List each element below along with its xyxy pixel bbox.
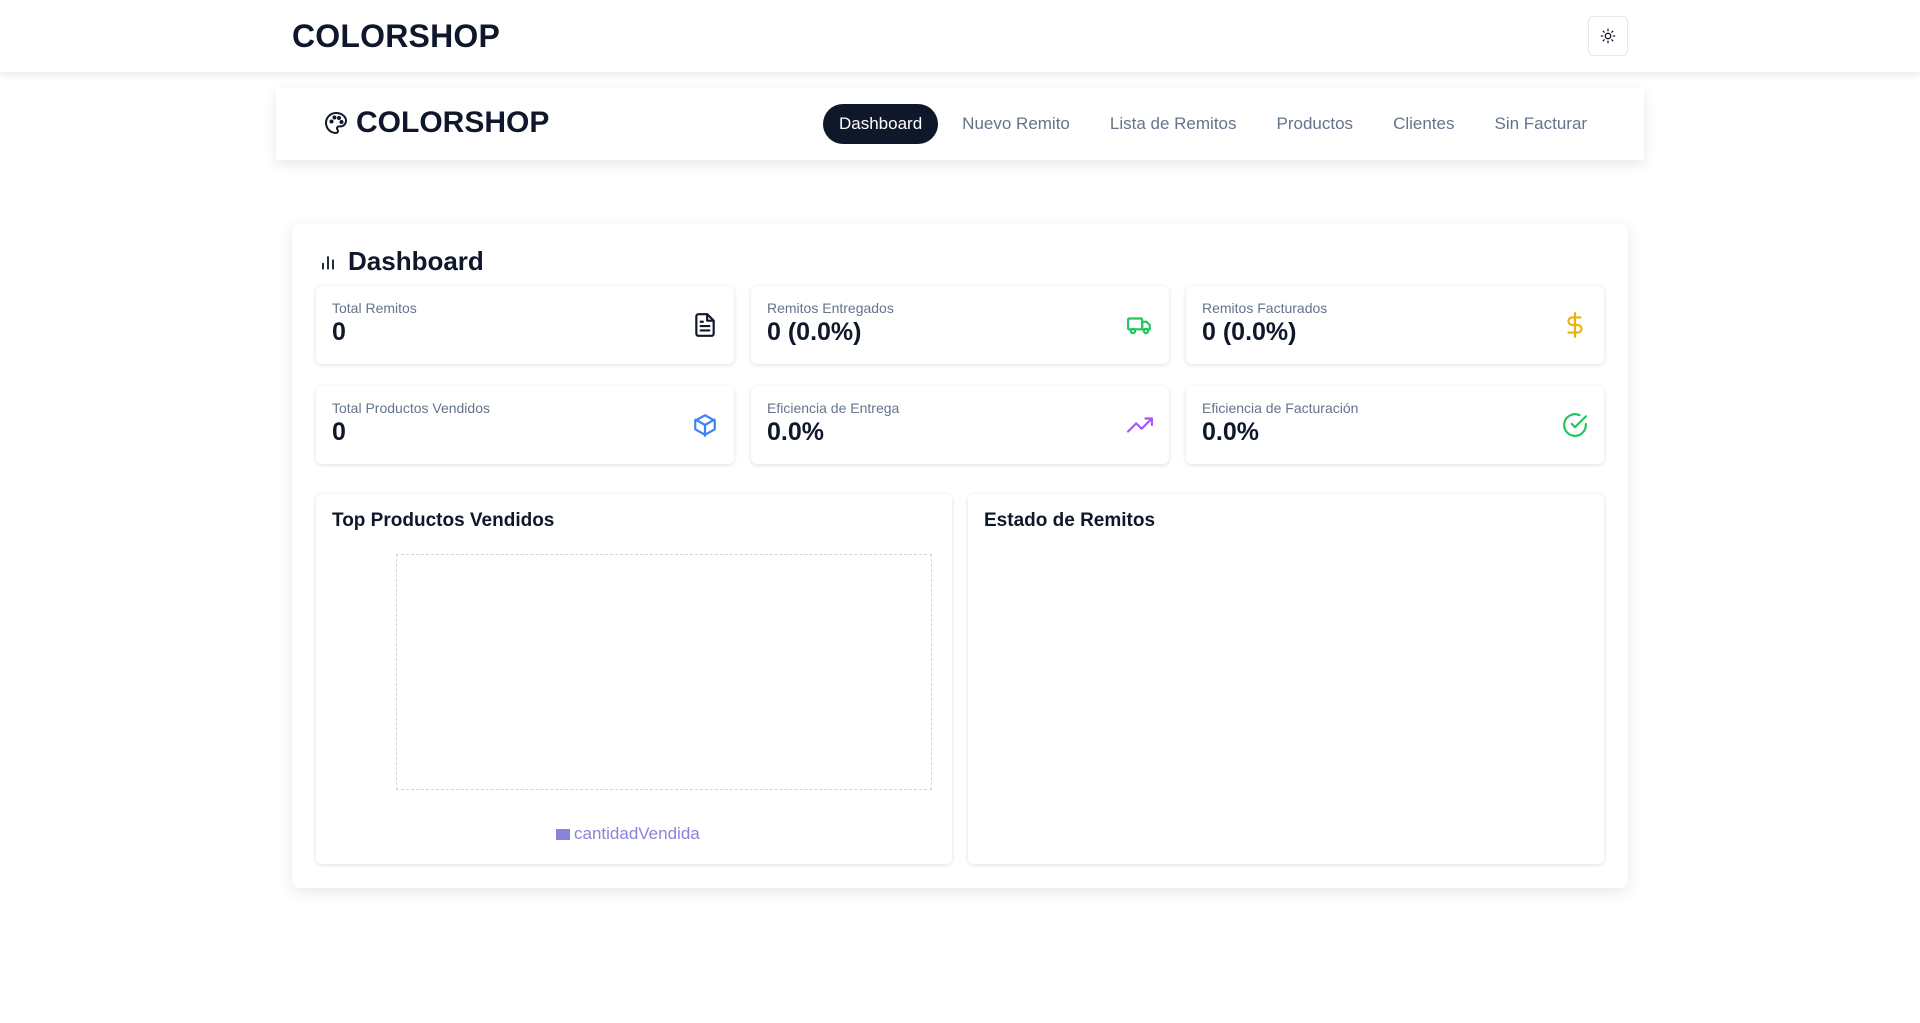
bar-chart-plot-area bbox=[396, 554, 932, 790]
stat-label: Remitos Entregados bbox=[767, 300, 894, 316]
stat-value: 0 (0.0%) bbox=[1202, 318, 1297, 346]
stat-total-productos: Total Productos Vendidos 0 bbox=[316, 386, 734, 464]
stat-label: Remitos Facturados bbox=[1202, 300, 1328, 316]
stat-value: 0.0% bbox=[767, 418, 824, 446]
main-navbar: COLORSHOP Dashboard Nuevo Remito Lista d… bbox=[276, 88, 1644, 160]
nav-link-lista-remitos[interactable]: Lista de Remitos bbox=[1094, 104, 1253, 144]
header-brand: COLORSHOP bbox=[292, 18, 501, 54]
dashboard-title: Dashboard bbox=[318, 246, 484, 277]
stat-remitos-entregados: Remitos Entregados 0 (0.0%) bbox=[751, 286, 1169, 364]
nav-link-dashboard[interactable]: Dashboard bbox=[823, 104, 939, 144]
stat-total-remitos: Total Remitos 0 bbox=[316, 286, 734, 364]
dashboard-title-text: Dashboard bbox=[348, 246, 484, 276]
truck-icon bbox=[1127, 317, 1151, 335]
stat-eficiencia-facturacion: Eficiencia de Facturación 0.0% bbox=[1186, 386, 1604, 464]
stat-label: Total Remitos bbox=[332, 300, 417, 316]
stat-value: 0 (0.0%) bbox=[767, 318, 862, 346]
nav-link-sin-facturar[interactable]: Sin Facturar bbox=[1478, 104, 1603, 144]
remitos-status-title: Estado de Remitos bbox=[984, 510, 1156, 531]
stat-label: Eficiencia de Facturación bbox=[1202, 400, 1359, 416]
sun-icon bbox=[1600, 28, 1616, 44]
stat-label: Eficiencia de Entrega bbox=[767, 400, 900, 416]
dollar-icon bbox=[1567, 312, 1583, 338]
stat-value: 0 bbox=[332, 318, 346, 346]
package-icon bbox=[694, 414, 716, 437]
legend-label: cantidadVendida bbox=[574, 824, 700, 843]
stat-remitos-facturados: Remitos Facturados 0 (0.0%) bbox=[1186, 286, 1604, 364]
bar-chart-icon bbox=[322, 255, 334, 270]
theme-toggle-button[interactable] bbox=[1588, 16, 1628, 56]
check-circle-icon bbox=[1563, 413, 1587, 437]
legend-swatch bbox=[556, 828, 570, 840]
nav-brand-text: COLORSHOP bbox=[356, 106, 550, 139]
top-header: COLORSHOP bbox=[0, 0, 1920, 72]
file-text-icon bbox=[695, 313, 715, 337]
nav-brand[interactable]: COLORSHOP bbox=[324, 106, 549, 140]
remitos-status-panel: Estado de Remitos bbox=[968, 494, 1604, 864]
nav-link-productos[interactable]: Productos bbox=[1261, 104, 1370, 144]
top-products-panel: Top Productos Vendidos cantidadVendida bbox=[316, 494, 952, 864]
top-products-title: Top Productos Vendidos bbox=[332, 510, 555, 531]
stat-value: 0 bbox=[332, 418, 346, 446]
nav-links: Dashboard Nuevo Remito Lista de Remitos … bbox=[823, 104, 1611, 144]
stat-label: Total Productos Vendidos bbox=[332, 400, 490, 416]
dashboard-card: Dashboard Total Remitos 0 Remitos Entreg… bbox=[292, 224, 1628, 888]
nav-link-nuevo-remito[interactable]: Nuevo Remito bbox=[946, 104, 1086, 144]
nav-link-clientes[interactable]: Clientes bbox=[1377, 104, 1470, 144]
chart-legend[interactable]: cantidadVendida bbox=[556, 824, 700, 844]
stat-value: 0.0% bbox=[1202, 418, 1259, 446]
trending-up-icon bbox=[1127, 417, 1153, 433]
stat-eficiencia-entrega: Eficiencia de Entrega 0.0% bbox=[751, 386, 1169, 464]
palette-icon bbox=[325, 112, 348, 134]
